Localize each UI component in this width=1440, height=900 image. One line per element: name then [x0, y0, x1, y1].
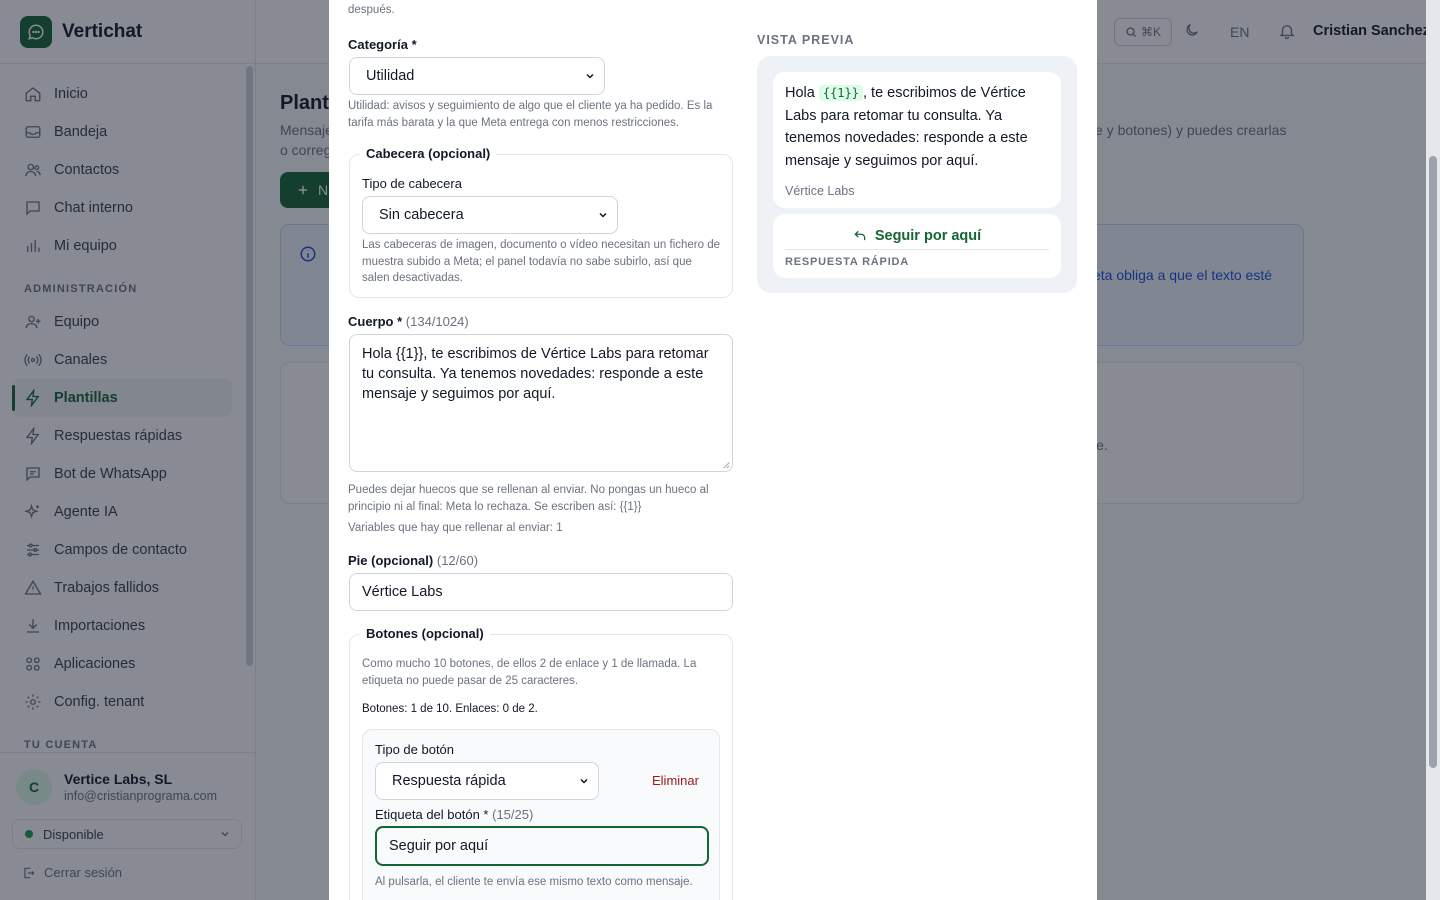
- header-type-label: Tipo de cabecera: [362, 176, 462, 191]
- button-label-char-count: (15/25): [492, 807, 534, 822]
- template-modal: después. Categoría * Utilidad Utilidad: …: [329, 0, 1097, 900]
- page-scrollbar-thumb[interactable]: [1429, 156, 1437, 768]
- body-help: Puedes dejar huecos que se rellenan al e…: [348, 484, 709, 513]
- button-label-help: Al pulsarla, el cliente te envía ese mis…: [375, 876, 693, 888]
- top-help-fragment: después.: [348, 4, 395, 16]
- preview-quick-reply: Seguir por aquí RESPUESTA RÁPIDA: [773, 214, 1061, 278]
- footer-char-count: (12/60): [436, 553, 479, 568]
- preview-quick-reply-button: Seguir por aquí: [785, 222, 1049, 250]
- buttons-count: Botones: 1 de 10. Enlaces: 0 de 2.: [362, 703, 538, 715]
- preview-body-start: Hola: [785, 85, 819, 101]
- button-label-label: Etiqueta del botón * (15/25): [375, 807, 533, 822]
- preview-bubble: Hola {{1}}, te escribimos de Vértice Lab…: [773, 72, 1061, 208]
- header-type-value: Sin cabecera: [379, 207, 464, 223]
- button-label-value: Seguir por aquí: [389, 838, 489, 854]
- body-label-text: Cuerpo *: [348, 314, 403, 329]
- footer-label: Pie (opcional) (12/60): [348, 553, 478, 568]
- buttons-help: Como mucho 10 botones, de ellos 2 de enl…: [362, 658, 697, 687]
- body-value: Hola {{1}}, te escribimos de Vértice Lab…: [362, 346, 709, 402]
- chevron-down-icon: [584, 70, 596, 86]
- body-vars-count: Variables que hay que rellenar al enviar…: [348, 522, 563, 534]
- footer-input[interactable]: Vértice Labs: [349, 573, 733, 611]
- buttons-fieldset: Botones (opcional) Como mucho 10 botones…: [349, 626, 733, 900]
- remove-button[interactable]: Eliminar: [652, 773, 699, 788]
- message-preview: Hola {{1}}, te escribimos de Vértice Lab…: [757, 56, 1077, 293]
- header-legend: Cabecera (opcional): [360, 146, 497, 161]
- preview-quick-reply-text: Seguir por aquí: [874, 227, 982, 244]
- category-select[interactable]: Utilidad: [349, 57, 605, 95]
- header-type-select[interactable]: Sin cabecera: [362, 196, 618, 234]
- footer-value: Vértice Labs: [362, 584, 443, 600]
- category-label: Categoría *: [348, 37, 417, 52]
- footer-label-text: Pie (opcional): [348, 553, 434, 568]
- category-value: Utilidad: [366, 68, 415, 84]
- preview-body: Hola {{1}}, te escribimos de Vértice Lab…: [785, 82, 1049, 172]
- button-type-label: Tipo de botón: [375, 742, 455, 757]
- body-char-count: (134/1024): [405, 314, 469, 329]
- resize-handle-icon[interactable]: [722, 461, 730, 469]
- page-scrollbar[interactable]: [1426, 0, 1440, 900]
- body-textarea[interactable]: Hola {{1}}, te escribimos de Vértice Lab…: [349, 334, 733, 472]
- button-label-input[interactable]: Seguir por aquí: [375, 826, 709, 866]
- button-type-value: Respuesta rápida: [392, 773, 506, 789]
- preview-quick-reply-label: RESPUESTA RÁPIDA: [785, 256, 910, 268]
- button-label-text: Etiqueta del botón *: [375, 807, 489, 822]
- preview-footer: Vértice Labs: [785, 184, 855, 198]
- header-fieldset: Cabecera (opcional) Tipo de cabecera Sin…: [349, 146, 733, 298]
- body-label: Cuerpo * (134/1024): [348, 314, 469, 329]
- reply-arrow-icon: [853, 229, 867, 243]
- preview-title: VISTA PREVIA: [757, 33, 855, 47]
- category-help: Utilidad: avisos y seguimiento de algo q…: [348, 100, 713, 129]
- chevron-down-icon: [578, 775, 590, 791]
- chevron-down-icon: [597, 209, 609, 225]
- button-type-select[interactable]: Respuesta rápida: [375, 762, 599, 800]
- button-card: Tipo de botón Respuesta rápida Eliminar …: [362, 729, 720, 900]
- preview-variable-chip: {{1}}: [818, 85, 863, 101]
- buttons-legend: Botones (opcional): [360, 626, 490, 641]
- header-help: Las cabeceras de imagen, documento o víd…: [362, 239, 721, 284]
